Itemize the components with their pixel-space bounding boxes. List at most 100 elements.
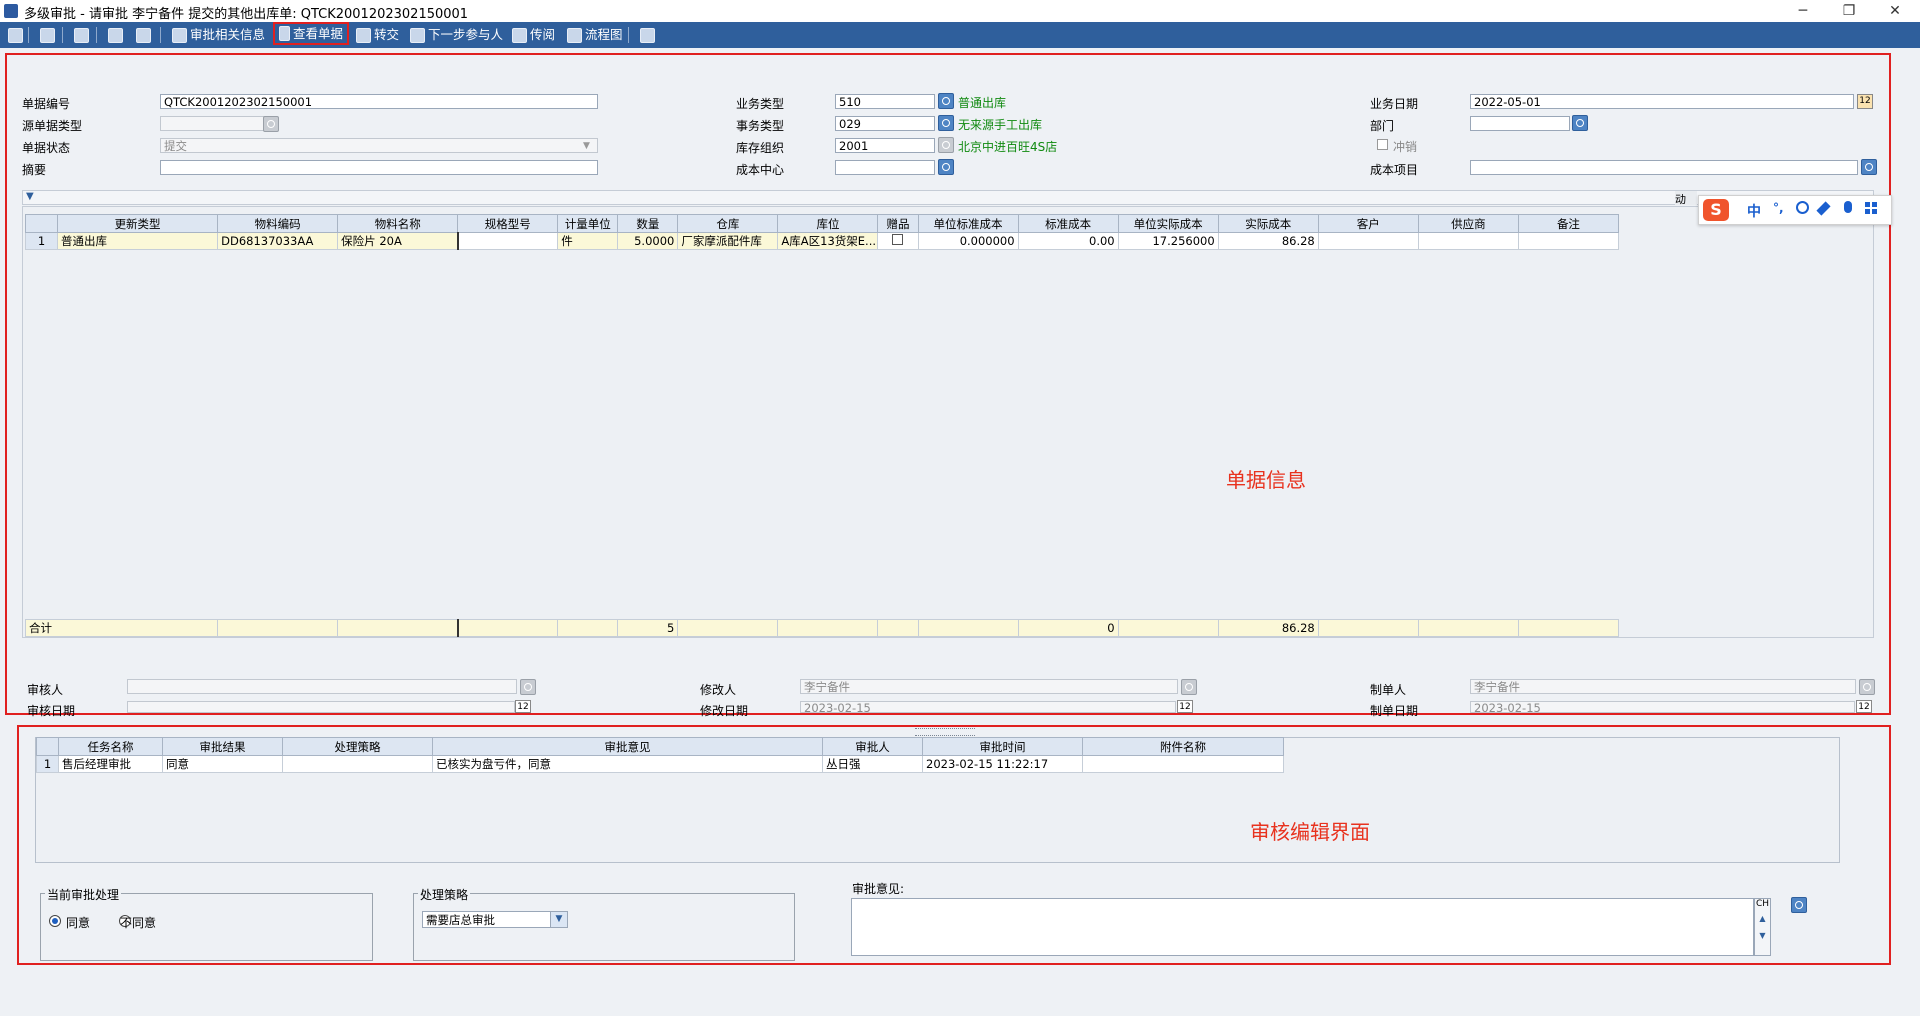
scroll-up-icon[interactable]: ▲ — [1755, 914, 1770, 923]
status-select[interactable]: 提交 — [160, 138, 598, 153]
next-participant-button[interactable]: 下一步参与人 — [406, 25, 507, 45]
flowchart-button[interactable]: 流程图 — [563, 25, 627, 45]
cost-center-field[interactable] — [835, 160, 935, 175]
transfer-button[interactable]: 转交 — [352, 25, 403, 45]
save-icon[interactable] — [4, 25, 27, 45]
table-cell[interactable]: 0.000000 — [917, 232, 1019, 250]
grid-menu-icon[interactable] — [1865, 202, 1877, 214]
column-header[interactable]: 审批结果 — [162, 737, 283, 756]
column-header[interactable]: 物料编码 — [217, 214, 339, 233]
restore-button[interactable]: ❐ — [1826, 0, 1872, 22]
source-type-lookup-icon[interactable] — [263, 116, 279, 132]
auditor-lookup-icon[interactable] — [520, 679, 536, 695]
view-document-button[interactable]: 查看单据 — [273, 22, 349, 45]
column-header[interactable]: 任务名称 — [58, 737, 163, 756]
table-cell[interactable] — [457, 232, 559, 250]
column-header[interactable]: 审批时间 — [922, 737, 1083, 756]
column-header[interactable]: 规格型号 — [457, 214, 559, 233]
column-header[interactable]: 备注 — [1517, 214, 1620, 233]
gift-checkbox-cell[interactable] — [877, 232, 919, 250]
creator-field[interactable]: 李宁备件 — [1470, 679, 1856, 694]
table-cell[interactable]: 厂家摩派配件库 — [677, 232, 779, 250]
column-header[interactable]: 计量单位 — [557, 214, 619, 233]
create-calendar-icon[interactable]: 12 — [1856, 700, 1872, 713]
modifier-field[interactable]: 李宁备件 — [800, 679, 1178, 694]
column-header[interactable]: 赠品 — [877, 214, 919, 233]
column-header[interactable]: 更新类型 — [57, 214, 219, 233]
doc-no-field[interactable]: QTCK2001202302150001 — [160, 94, 598, 109]
column-header[interactable]: 仓库 — [677, 214, 779, 233]
table-cell[interactable]: 件 — [557, 232, 619, 250]
modify-date-field[interactable]: 2023-02-15 — [800, 701, 1176, 713]
biz-date-field[interactable]: 2022-05-01 — [1470, 94, 1854, 109]
table-cell[interactable] — [282, 755, 433, 773]
table-cell[interactable]: 5.0000 — [617, 232, 679, 250]
dept-field[interactable] — [1470, 116, 1570, 131]
table-cell[interactable]: DD68137033AA — [217, 232, 339, 250]
table-cell[interactable]: 同意 — [162, 755, 283, 773]
disagree-label[interactable]: 不同意 — [120, 914, 156, 931]
copy-icon[interactable] — [70, 25, 93, 45]
reverse-checkbox[interactable] — [1377, 139, 1388, 150]
table-row[interactable]: 1 售后经理审批 同意 已核实为盘亏件，同意 丛日强 2023-02-15 11… — [36, 755, 1284, 773]
auditor-field[interactable] — [127, 679, 517, 694]
print-preview-icon[interactable] — [132, 25, 155, 45]
strategy-select[interactable]: 需要店总审批 — [422, 911, 568, 928]
table-cell[interactable] — [1417, 232, 1519, 250]
column-header[interactable]: 供应商 — [1417, 214, 1519, 233]
column-header[interactable]: 附件名称 — [1082, 737, 1284, 756]
circulate-button[interactable]: 传阅 — [508, 25, 559, 45]
creator-lookup-icon[interactable] — [1859, 679, 1875, 695]
pen-icon[interactable] — [1816, 201, 1831, 216]
approval-info-button[interactable]: 审批相关信息 — [168, 25, 269, 45]
table-cell[interactable]: 2023-02-15 11:22:17 — [922, 755, 1083, 773]
modify-calendar-icon[interactable]: 12 — [1177, 700, 1193, 713]
table-cell[interactable]: 17.256000 — [1117, 232, 1219, 250]
cost-item-field[interactable] — [1470, 160, 1858, 175]
exit-icon[interactable] — [636, 25, 659, 45]
microphone-icon[interactable] — [1844, 201, 1852, 213]
ime-chinese-mode[interactable]: 中 — [1747, 201, 1761, 221]
opinion-scrollbar[interactable]: CH ▲ ▼ — [1754, 898, 1771, 956]
table-cell[interactable] — [1317, 232, 1419, 250]
biz-type-field[interactable]: 510 — [835, 94, 935, 109]
chevron-down-icon[interactable]: ▼ — [550, 912, 567, 927]
dept-lookup-icon[interactable] — [1572, 115, 1588, 131]
opinion-lookup-icon[interactable] — [1791, 897, 1807, 913]
txn-type-lookup-icon[interactable] — [938, 115, 954, 131]
table-row[interactable]: 1 普通出库 DD68137033AA 保险片 20A 件 5.0000 厂家摩… — [24, 232, 1620, 250]
table-cell[interactable] — [1082, 755, 1284, 773]
column-header[interactable]: 实际成本 — [1217, 214, 1319, 233]
close-button[interactable]: ✕ — [1872, 0, 1918, 22]
table-cell[interactable]: 丛日强 — [822, 755, 923, 773]
scroll-down-icon[interactable]: ▼ — [1755, 931, 1770, 940]
agree-radio[interactable] — [49, 915, 61, 927]
opinion-textarea[interactable] — [851, 898, 1754, 956]
source-type-field[interactable] — [160, 116, 266, 131]
column-header[interactable]: 标准成本 — [1017, 214, 1119, 233]
import-icon[interactable] — [36, 25, 59, 45]
column-header[interactable]: 单位标准成本 — [917, 214, 1019, 233]
summary-field[interactable] — [160, 160, 598, 175]
txn-type-field[interactable]: 029 — [835, 116, 935, 131]
print-icon[interactable] — [104, 25, 127, 45]
table-cell[interactable]: 售后经理审批 — [58, 755, 163, 773]
table-cell[interactable]: 0.00 — [1017, 232, 1119, 250]
column-header[interactable]: 库位 — [777, 214, 879, 233]
create-date-field[interactable]: 2023-02-15 — [1470, 701, 1855, 713]
inv-org-field[interactable]: 2001 — [835, 138, 935, 153]
audit-date-field[interactable] — [127, 701, 515, 713]
calendar-icon[interactable]: 12 — [1857, 94, 1873, 109]
collapse-icon[interactable]: ▼ — [26, 191, 34, 202]
gift-checkbox[interactable] — [892, 234, 904, 245]
table-cell[interactable]: 已核实为盘亏件，同意 — [432, 755, 823, 773]
inv-org-lookup-icon[interactable] — [938, 137, 954, 153]
column-header[interactable]: 单位实际成本 — [1117, 214, 1219, 233]
table-cell[interactable] — [1517, 232, 1620, 250]
column-header[interactable]: 客户 — [1317, 214, 1419, 233]
cost-item-lookup-icon[interactable] — [1861, 159, 1877, 175]
sogou-logo-icon[interactable]: S — [1703, 199, 1729, 221]
biz-type-lookup-icon[interactable] — [938, 93, 954, 109]
table-cell[interactable]: A库A区13货架E... — [777, 232, 879, 250]
smiley-icon[interactable] — [1796, 201, 1809, 214]
